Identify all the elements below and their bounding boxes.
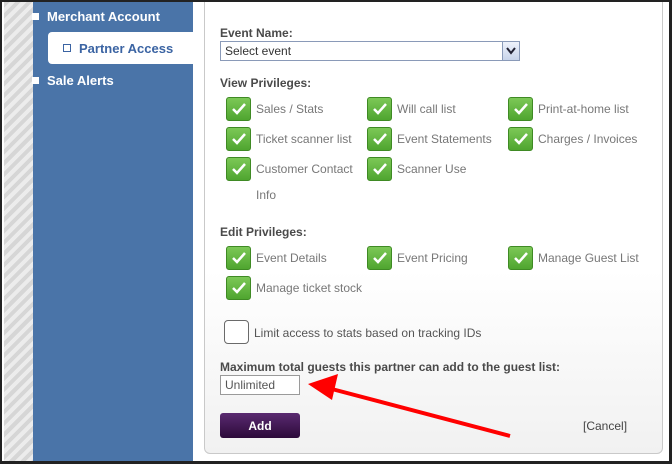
annotation-arrow-icon [308,374,511,438]
checkmark-icon [513,252,528,264]
add-button[interactable]: Add [220,413,300,438]
checkmark-icon [231,133,246,145]
checkbox-event-details[interactable] [226,246,251,270]
sidebar-item-label: Partner Access [79,40,174,56]
checkbox-will-call-list[interactable] [367,97,392,121]
screenshot-frame: Merchant Account Partner Access Sale Ale… [0,0,672,464]
square-bullet-icon [32,12,39,20]
sidebar-item-partner-access[interactable]: Partner Access [48,32,193,64]
checkmark-icon [513,103,528,115]
option-label: Will call list [397,102,456,116]
checkbox-event-pricing[interactable] [367,246,392,270]
checkbox-print-at-home-list[interactable] [508,97,533,121]
checkmark-icon [231,252,246,264]
sidebar-item-sale-alerts[interactable]: Sale Alerts [17,64,192,96]
checkbox-scanner-use[interactable] [367,157,392,181]
option-label: Sales / Stats [256,102,324,116]
checkmark-icon [231,163,246,175]
checkbox-manage-ticket-stock[interactable] [226,276,251,300]
checkmark-icon [231,103,246,115]
option-label: Scanner Use [397,162,467,176]
cancel-link[interactable]: [Cancel] [583,419,627,433]
option-label: Charges / Invoices [538,132,638,146]
checkmark-icon [513,133,528,145]
option-label: Manage ticket stock [256,281,363,295]
checkbox-customer-contact-info[interactable] [226,157,251,181]
option-label: Manage Guest List [538,251,639,265]
option-label: Ticket scanner list [256,132,352,146]
event-select-value: Select event [225,44,292,58]
checkmark-icon [372,252,387,264]
event-name-label: Event Name: [220,26,293,40]
limit-access-label: Limit access to stats based on tracking … [254,326,482,340]
option-label-continued: Info [256,188,277,202]
checkmark-icon [372,103,387,115]
square-bullet-icon [32,76,39,84]
option-label: Event Statements [397,132,492,146]
event-select[interactable]: Select event [220,41,520,61]
max-guests-input[interactable] [220,375,300,395]
sidebar-item-label: Merchant Account [47,8,160,24]
checkbox-limit-access[interactable] [224,320,249,344]
checkbox-ticket-scanner-list[interactable] [226,127,251,151]
view-privileges-label: View Privileges: [220,76,312,90]
option-label: Event Details [256,251,327,265]
edit-privileges-label: Edit Privileges: [220,225,307,239]
checkbox-event-statements[interactable] [367,127,392,151]
checkmark-icon [231,282,246,294]
checkbox-sales-stats[interactable] [226,97,251,121]
square-bullet-icon [63,44,71,52]
option-label: Event Pricing [397,251,468,265]
option-label: Print-at-home list [538,102,629,116]
sidebar-item-label: Sale Alerts [47,72,114,88]
checkmark-icon [372,133,387,145]
checkbox-charges-invoices[interactable] [508,127,533,151]
chevron-down-icon[interactable] [502,42,519,60]
option-label: Customer Contact [256,162,353,176]
checkmark-icon [372,163,387,175]
sidebar-item-merchant-account[interactable]: Merchant Account [17,2,192,32]
checkbox-manage-guest-list[interactable] [508,246,533,270]
